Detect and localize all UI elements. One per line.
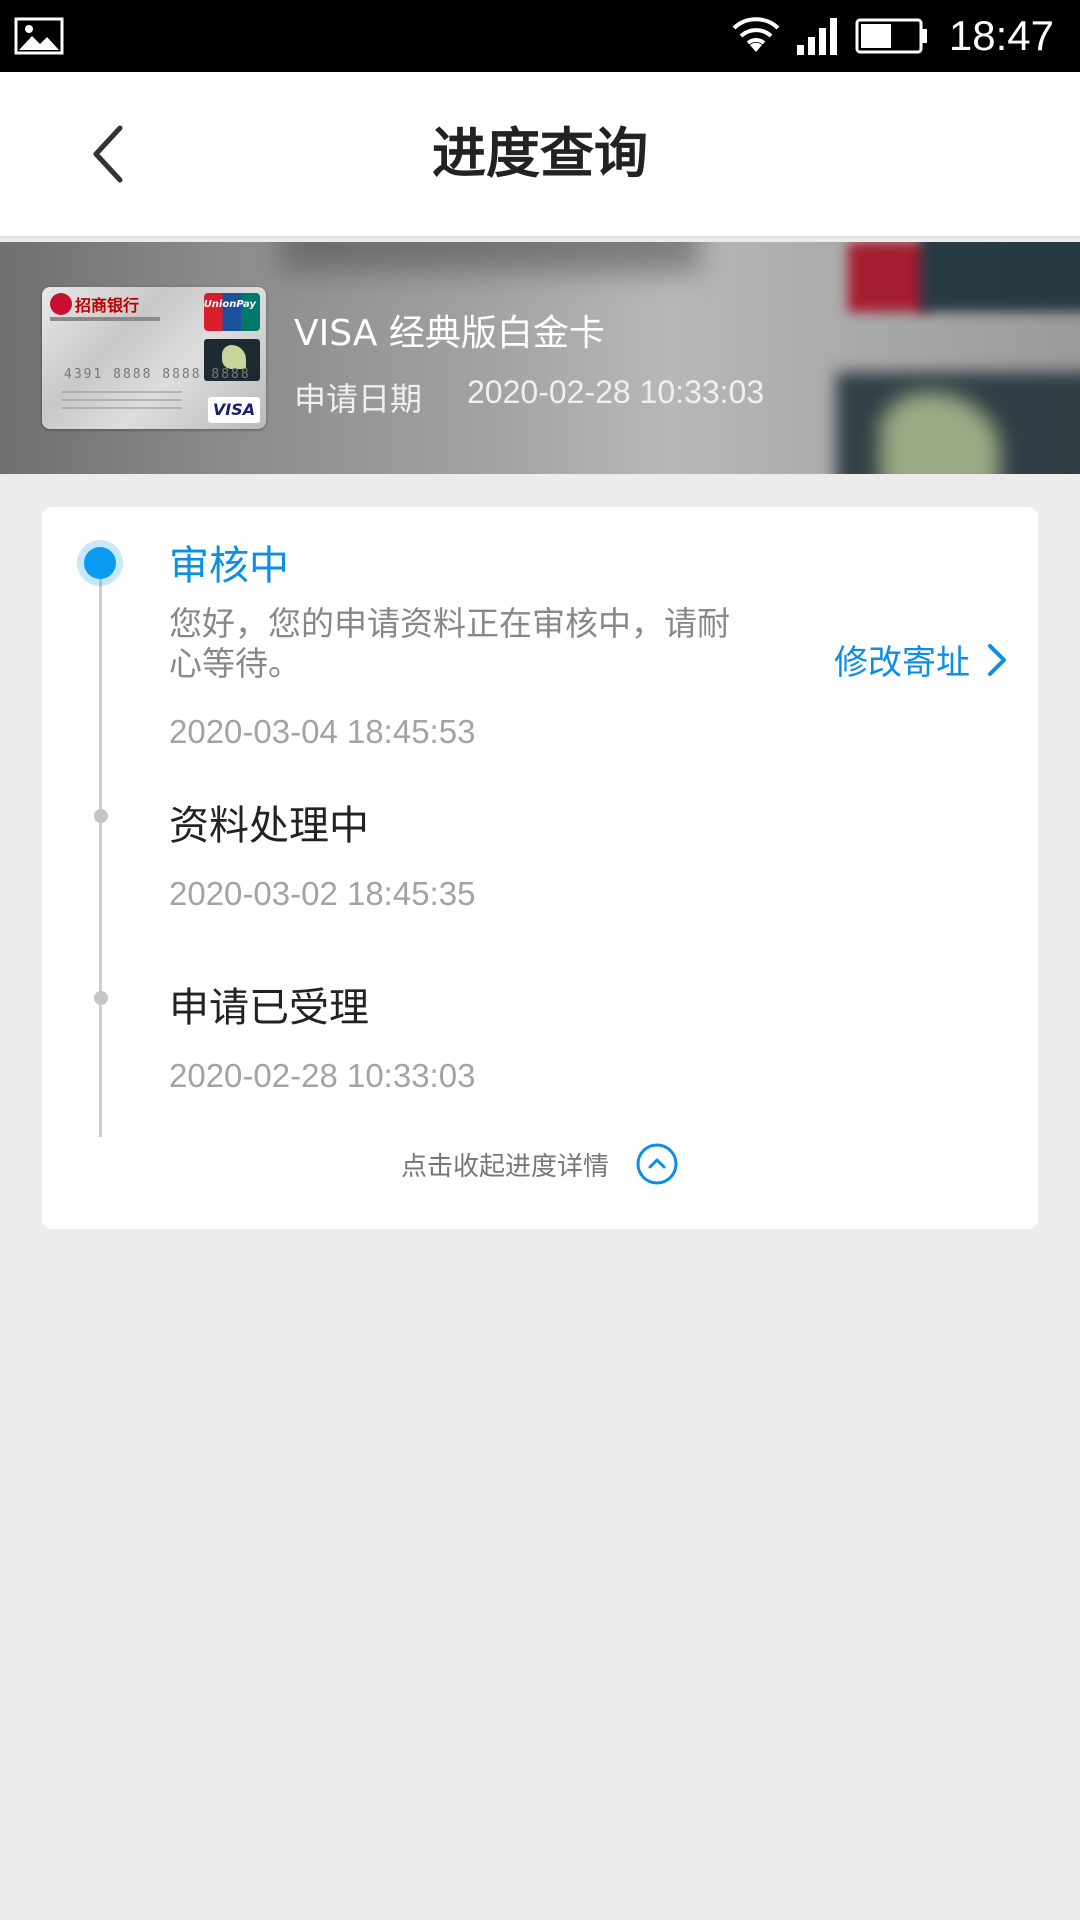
status-right-group: 18:47 bbox=[731, 0, 1054, 72]
back-button[interactable] bbox=[78, 116, 138, 192]
step-description: 您好，您的申请资料正在审核中，请耐心等待。 bbox=[169, 604, 730, 683]
visa-logo: VISA bbox=[208, 397, 260, 423]
card-banner: 招商银行 UnionPay 4391 8888 8888 8888 VISA V… bbox=[0, 242, 1080, 474]
apply-date-value: 2020-02-28 10:33:03 bbox=[467, 374, 765, 410]
battery-icon bbox=[855, 18, 927, 54]
status-bar: 18:47 bbox=[0, 0, 1080, 72]
collapse-details-button[interactable]: 点击收起进度详情 bbox=[42, 1127, 1038, 1201]
step-time: 2020-02-28 10:33:03 bbox=[169, 1057, 476, 1094]
page-title: 进度查询 bbox=[432, 122, 648, 185]
chevron-up-circle-icon bbox=[636, 1143, 678, 1185]
card-embossed-lines bbox=[62, 391, 182, 415]
unionpay-text: UnionPay bbox=[203, 299, 256, 310]
timeline-line bbox=[99, 567, 102, 1137]
step-title: 资料处理中 bbox=[169, 803, 369, 849]
wifi-icon bbox=[732, 17, 780, 52]
image-icon bbox=[14, 17, 64, 55]
chevron-right-icon bbox=[988, 643, 1006, 676]
banner-background-blur bbox=[280, 242, 700, 272]
banner-background-blur bbox=[848, 242, 928, 312]
status-time: 18:47 bbox=[948, 12, 1054, 59]
banner-background-blur bbox=[920, 242, 1080, 312]
back-chevron-icon bbox=[93, 125, 123, 183]
credit-card-image: 招商银行 UnionPay 4391 8888 8888 8888 VISA bbox=[42, 287, 266, 429]
edit-address-link[interactable]: 修改寄址 bbox=[834, 635, 1008, 684]
card-name: VISA 经典版白金卡 bbox=[294, 313, 605, 354]
step-dot bbox=[94, 991, 108, 1005]
edit-address-label: 修改寄址 bbox=[834, 643, 970, 683]
signal-icon bbox=[796, 18, 837, 55]
header: 进度查询 bbox=[0, 72, 1080, 238]
step-time: 2020-03-04 18:45:53 bbox=[169, 713, 476, 750]
step-title: 审核中 bbox=[169, 543, 289, 589]
step-dot bbox=[94, 809, 108, 823]
bank-logo-icon bbox=[50, 293, 72, 315]
step-time: 2020-03-02 18:45:35 bbox=[169, 875, 476, 912]
progress-card: 审核中 您好，您的申请资料正在审核中，请耐心等待。 2020-03-04 18:… bbox=[42, 507, 1038, 1229]
collapse-details-label: 点击收起进度详情 bbox=[400, 1151, 609, 1182]
card-subtitle-line bbox=[50, 317, 160, 321]
step-title: 申请已受理 bbox=[169, 985, 369, 1031]
active-step-dot bbox=[84, 547, 116, 579]
card-bank-name: 招商银行 bbox=[75, 296, 140, 315]
apply-date-label: 申请日期 bbox=[294, 380, 423, 418]
card-number: 4391 8888 8888 8888 bbox=[64, 367, 251, 382]
